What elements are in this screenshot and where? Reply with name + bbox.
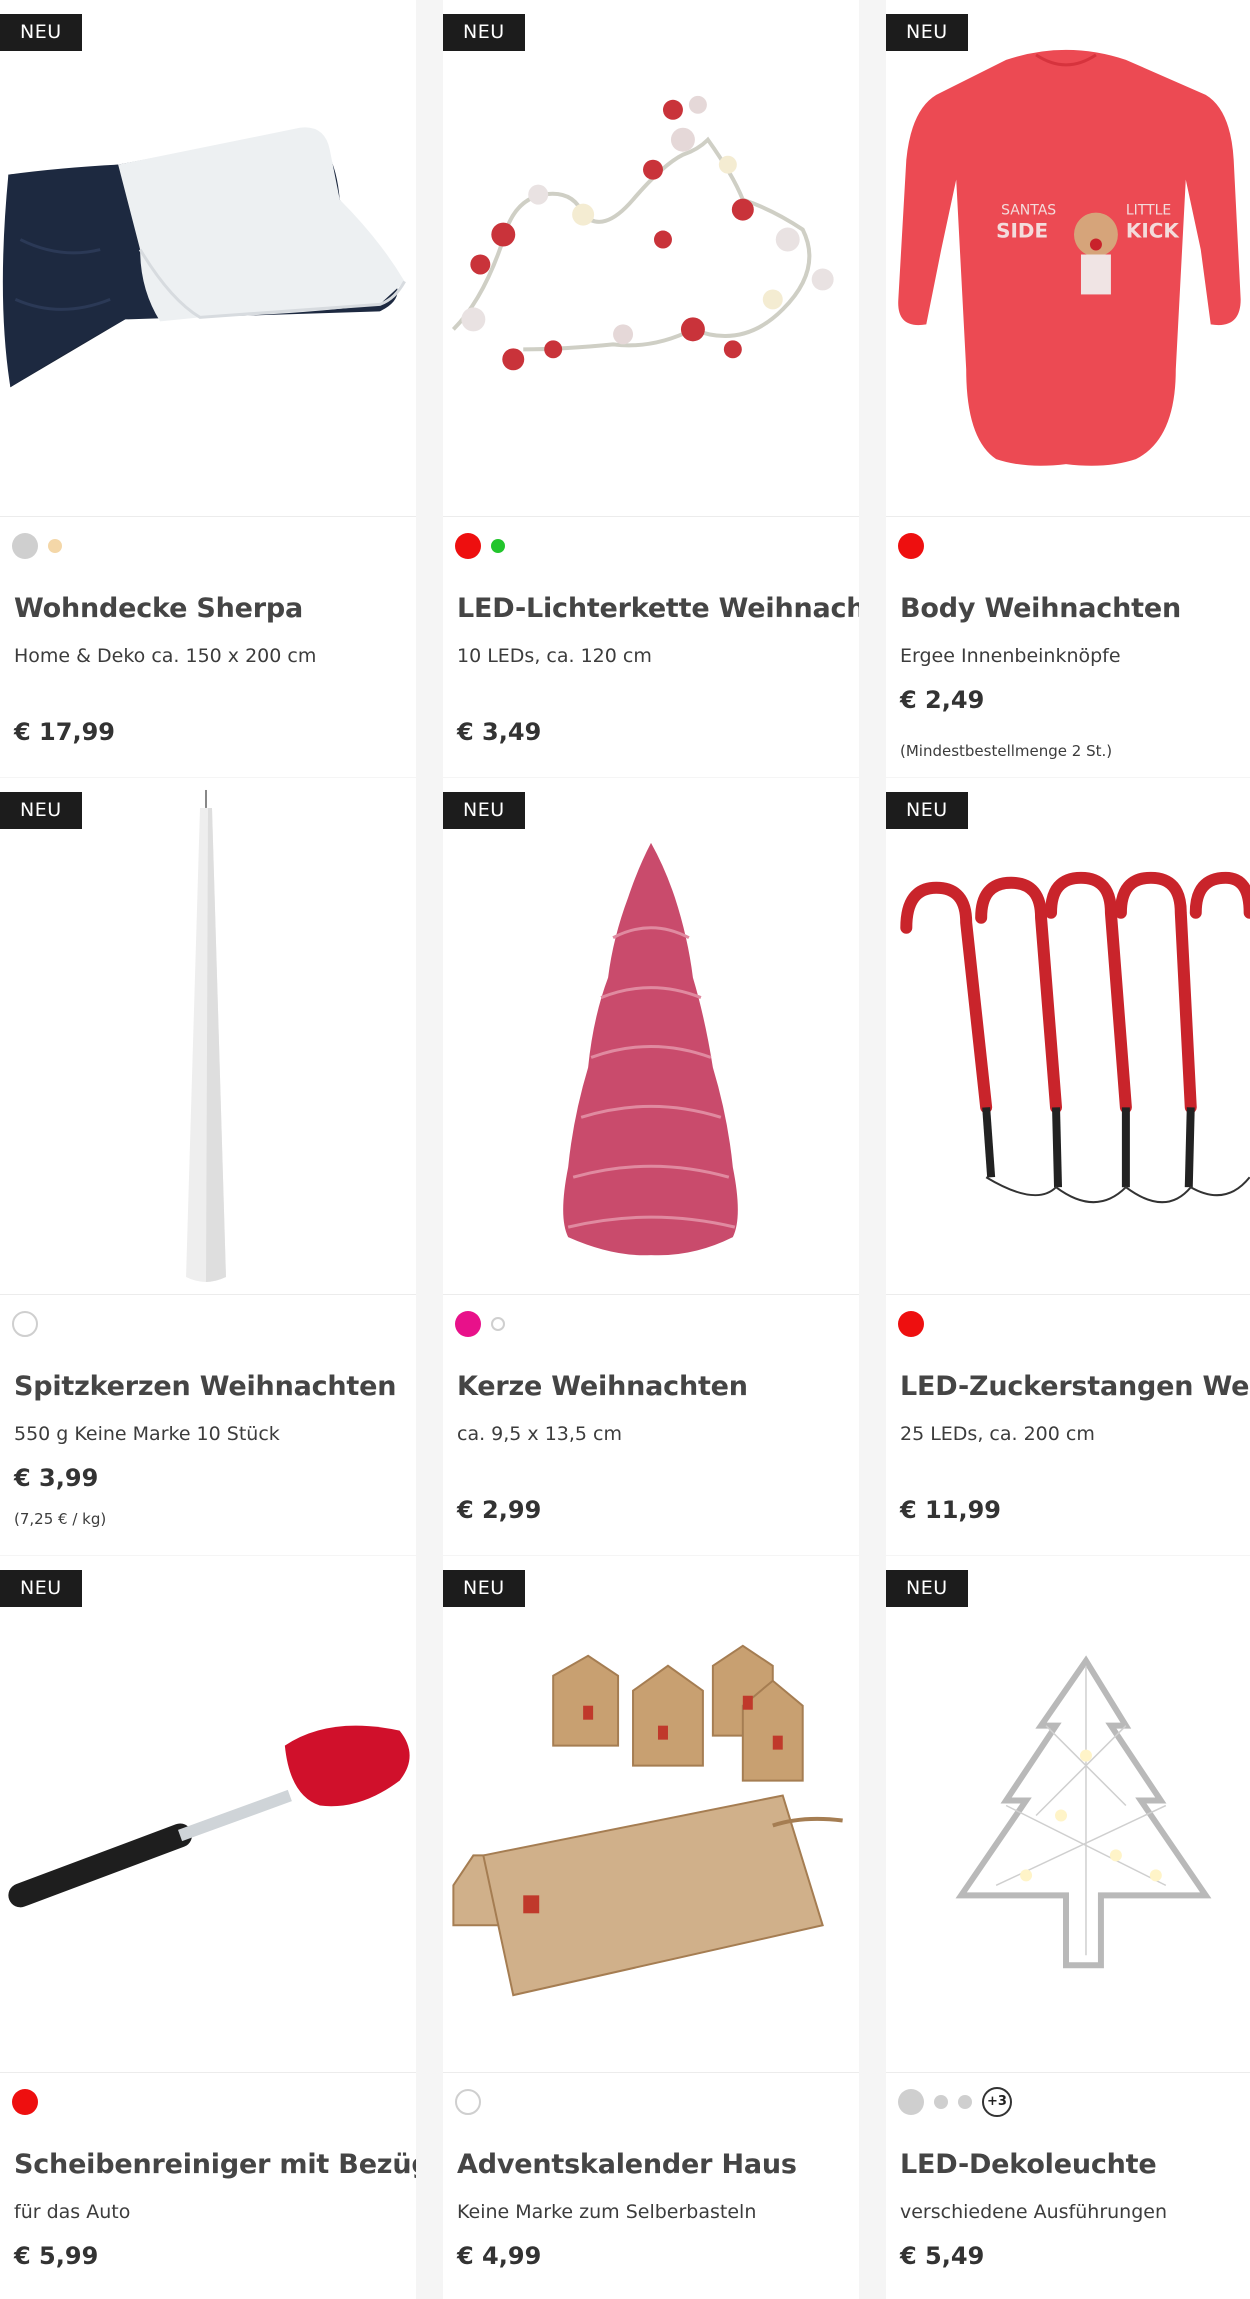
product-subtitle: 25 LEDs, ca. 200 cm (900, 1423, 1095, 1445)
product-price: € 2,49 (900, 686, 985, 714)
product-subtitle: 550 g Keine Marke 10 Stück (14, 1423, 280, 1445)
new-badge: NEU (886, 14, 968, 51)
string-lights-image (451, 95, 834, 371)
product-image[interactable] (0, 1556, 416, 2073)
more-colors-button[interactable]: +3 (982, 2087, 1012, 2117)
color-swatch-white[interactable] (12, 1311, 38, 1337)
product-card[interactable]: SANTAS SIDE LITTLE KICK NEU Body Weihnac… (886, 0, 1250, 777)
color-swatches (898, 1310, 924, 1338)
product-image[interactable] (443, 1556, 859, 2073)
color-swatch-red[interactable] (898, 1311, 924, 1337)
product-title[interactable]: Spitzkerzen Weihnachten (14, 1371, 396, 1402)
product-subtitle: verschiedene Ausführungen (900, 2201, 1168, 2223)
advent-houses-image (452, 1644, 843, 1997)
product-image[interactable] (443, 778, 859, 1295)
color-swatches (12, 532, 62, 560)
product-subtitle: Home & Deko ca. 150 x 200 cm (14, 645, 317, 667)
product-title[interactable]: LED-Dekoleuchte (900, 2149, 1157, 2180)
product-title[interactable]: LED-Zuckerstangen Weihnachten (900, 1371, 1250, 1402)
color-swatch-red[interactable] (898, 533, 924, 559)
product-image[interactable] (0, 0, 416, 517)
product-title[interactable]: Wohndecke Sherpa (14, 593, 303, 624)
product-card[interactable]: NEU LED-Lichterkette Weihnachten 10 LEDs… (443, 0, 859, 777)
product-price: € 5,49 (900, 2242, 985, 2270)
color-swatches: +3 (898, 2087, 1012, 2117)
blanket-image (2, 127, 406, 388)
color-swatch-grey[interactable] (898, 2089, 924, 2115)
product-subtitle: für das Auto (14, 2201, 131, 2223)
product-title[interactable]: LED-Lichterkette Weihnachten (457, 593, 859, 624)
svg-text:SIDE: SIDE (996, 219, 1048, 243)
candy-canes-image (900, 871, 1250, 1204)
product-price: € 5,99 (14, 2242, 99, 2270)
color-swatches (455, 1310, 505, 1338)
color-swatch-red[interactable] (12, 2089, 38, 2115)
new-badge: NEU (886, 1570, 968, 1607)
color-swatches (12, 2088, 38, 2116)
product-subtitle: Keine Marke zum Selberbasteln (457, 2201, 757, 2223)
product-subtitle: 10 LEDs, ca. 120 cm (457, 645, 652, 667)
product-subtitle: Ergee Innenbeinknöpfe (900, 645, 1121, 667)
product-price: € 17,99 (14, 718, 115, 746)
product-card[interactable]: NEU Wohndecke Sherpa Home & Deko ca. 150… (0, 0, 416, 777)
product-card[interactable]: NEU Adventskalender Haus Keine Marke zum… (443, 1556, 859, 2299)
color-swatches (12, 1310, 38, 1338)
color-swatch-pink[interactable] (455, 1311, 481, 1337)
svg-text:SANTAS: SANTAS (1001, 203, 1056, 219)
product-title[interactable]: Adventskalender Haus (457, 2149, 797, 2180)
product-card[interactable]: NEU Spitzkerzen Weihnachten 550 g Keine … (0, 778, 416, 1555)
new-badge: NEU (443, 792, 525, 829)
product-subtitle: ca. 9,5 x 13,5 cm (457, 1423, 623, 1445)
color-swatches (455, 532, 505, 560)
product-price: € 3,49 (457, 718, 542, 746)
product-image[interactable] (886, 1556, 1250, 2073)
color-swatch-green[interactable] (491, 539, 505, 553)
color-swatch-grey[interactable] (934, 2095, 948, 2109)
new-badge: NEU (0, 792, 82, 829)
product-image[interactable] (886, 778, 1250, 1295)
product-card[interactable]: NEU Scheibenreiniger mit Bezügen für das… (0, 1556, 416, 2299)
svg-text:LITTLE: LITTLE (1126, 203, 1171, 219)
product-card[interactable]: NEU Kerze Weihnachten ca. 9,5 x 13,5 cm … (443, 778, 859, 1555)
color-swatch-white[interactable] (491, 1317, 505, 1331)
product-price: € 11,99 (900, 1496, 1001, 1524)
color-swatch-beige[interactable] (48, 539, 62, 553)
product-price: € 2,99 (457, 1496, 542, 1524)
product-card[interactable]: NEU LED-Zuckerstangen Weihnachten 25 LED… (886, 778, 1250, 1555)
product-image[interactable]: SANTAS SIDE LITTLE KICK (886, 0, 1250, 517)
product-card[interactable]: NEU +3 LED-Dekoleuchte verschiedene Ausf… (886, 1556, 1250, 2299)
new-badge: NEU (886, 792, 968, 829)
new-badge: NEU (443, 14, 525, 51)
color-swatch-red[interactable] (455, 533, 481, 559)
color-swatches (455, 2088, 481, 2116)
taper-candle-image (186, 789, 226, 1283)
new-badge: NEU (0, 14, 82, 51)
window-cleaner-image (8, 1725, 410, 1908)
tree-candle-image (563, 842, 738, 1256)
product-title[interactable]: Kerze Weihnachten (457, 1371, 748, 1402)
color-swatch-grey[interactable] (958, 2095, 972, 2109)
product-price: € 3,99 (14, 1464, 99, 1492)
baby-body-image: SANTAS SIDE LITTLE KICK (898, 49, 1241, 466)
minimum-order-note: (Mindestbestellmenge 2 St.) (900, 742, 1113, 760)
product-image[interactable] (443, 0, 859, 517)
product-grid: NEU Wohndecke Sherpa Home & Deko ca. 150… (0, 0, 1250, 2299)
product-title[interactable]: Scheibenreiniger mit Bezügen (14, 2149, 416, 2180)
color-swatch-grey[interactable] (12, 533, 38, 559)
product-image[interactable] (0, 778, 416, 1295)
color-swatches (898, 532, 924, 560)
color-swatch-white[interactable] (455, 2089, 481, 2115)
product-title[interactable]: Body Weihnachten (900, 593, 1181, 624)
svg-text:KICK: KICK (1126, 219, 1181, 243)
new-badge: NEU (0, 1570, 82, 1607)
product-price: € 4,99 (457, 2242, 542, 2270)
new-badge: NEU (443, 1570, 525, 1607)
led-tree-lamp-image (955, 1655, 1212, 1969)
unit-price-note: (7,25 € / kg) (14, 1510, 107, 1528)
